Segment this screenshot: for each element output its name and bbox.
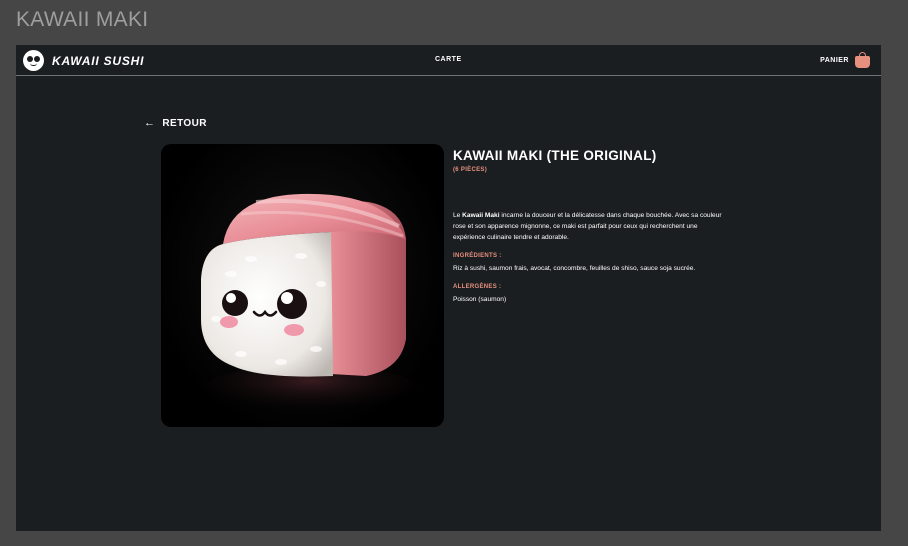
cart-label: PANIER	[820, 57, 849, 64]
navbar: KAWAII SUSHI CARTE PANIER	[16, 45, 881, 76]
app-frame: KAWAII SUSHI CARTE PANIER ← RETOUR KAWAI…	[16, 45, 881, 531]
brand-logo-link[interactable]: KAWAII SUSHI	[23, 50, 144, 71]
panda-logo-icon	[23, 50, 44, 71]
description-prefix: Le	[453, 212, 463, 219]
description-product-name: Kawaii Maki	[462, 212, 500, 219]
allergens-text: Poisson (saumon)	[453, 296, 507, 303]
nav-carte-link[interactable]: CARTE	[435, 56, 462, 63]
product-detail: KAWAII MAKI (THE ORIGINAL) (6 PIÈCES) Le…	[453, 148, 753, 305]
back-label: RETOUR	[162, 117, 207, 129]
product-pieces: (6 PIÈCES)	[453, 167, 488, 173]
brand-name: KAWAII SUSHI	[52, 53, 145, 68]
back-link[interactable]: ← RETOUR	[144, 117, 207, 129]
cart-button[interactable]: PANIER	[820, 52, 870, 68]
kawaii-maki-illustration	[201, 193, 421, 420]
product-title: KAWAII MAKI (THE ORIGINAL)	[453, 148, 657, 163]
arrow-left-icon: ←	[144, 117, 156, 129]
ingredients-text: Riz à sushi, saumon frais, avocat, conco…	[453, 265, 696, 272]
allergens-label: ALLERGÈNES :	[453, 284, 502, 290]
page-heading: KAWAII MAKI	[16, 8, 149, 31]
shopping-bag-icon	[855, 52, 870, 68]
product-image	[161, 144, 444, 427]
product-description: Le Kawaii Maki incarne la douceur et la …	[453, 210, 729, 243]
ingredients-label: INGRÉDIENTS :	[453, 253, 502, 259]
